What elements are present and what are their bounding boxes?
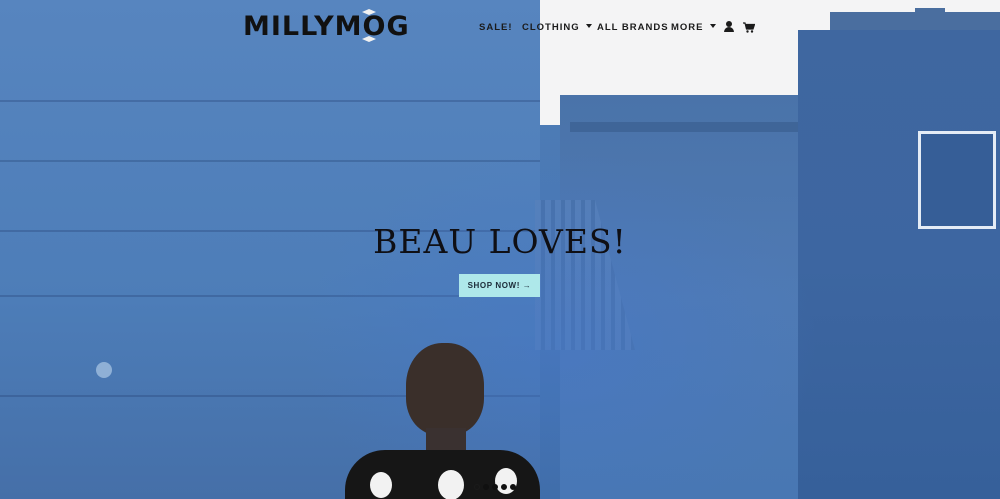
slider-dot[interactable]	[492, 484, 498, 490]
nav-item-sale[interactable]: SALE!	[479, 22, 513, 33]
site-header: MILLYMOG SALE! CLOTHING ALL BRANDS MORE	[0, 0, 1000, 60]
slider-dot[interactable]	[483, 484, 489, 490]
shop-now-button[interactable]: SHOP NOW! →	[459, 274, 540, 297]
chevron-down-icon	[709, 24, 716, 28]
chevron-down-icon	[585, 24, 592, 28]
background-building-right	[798, 30, 1000, 499]
wall-lamp	[96, 362, 112, 378]
logo-bow-icon	[362, 9, 376, 15]
logo-bow-icon	[362, 36, 376, 42]
person-torso	[345, 450, 540, 499]
account-icon[interactable]	[724, 21, 734, 32]
nav-item-clothing[interactable]: CLOTHING	[522, 22, 592, 33]
cart-icon[interactable]	[743, 20, 756, 33]
blue-smoke	[300, 150, 820, 499]
slider-dot[interactable]	[510, 484, 516, 490]
slider-dot[interactable]	[474, 484, 480, 490]
hero-title: BEAU LOVES!	[373, 222, 627, 261]
slider-dot[interactable]	[501, 484, 507, 490]
site-logo[interactable]: MILLYMOG	[243, 11, 410, 42]
nav-item-more[interactable]: MORE	[671, 22, 716, 33]
nav-item-all-brands[interactable]: ALL BRANDS	[597, 22, 669, 33]
background-window	[918, 131, 996, 229]
person-head	[406, 343, 484, 435]
